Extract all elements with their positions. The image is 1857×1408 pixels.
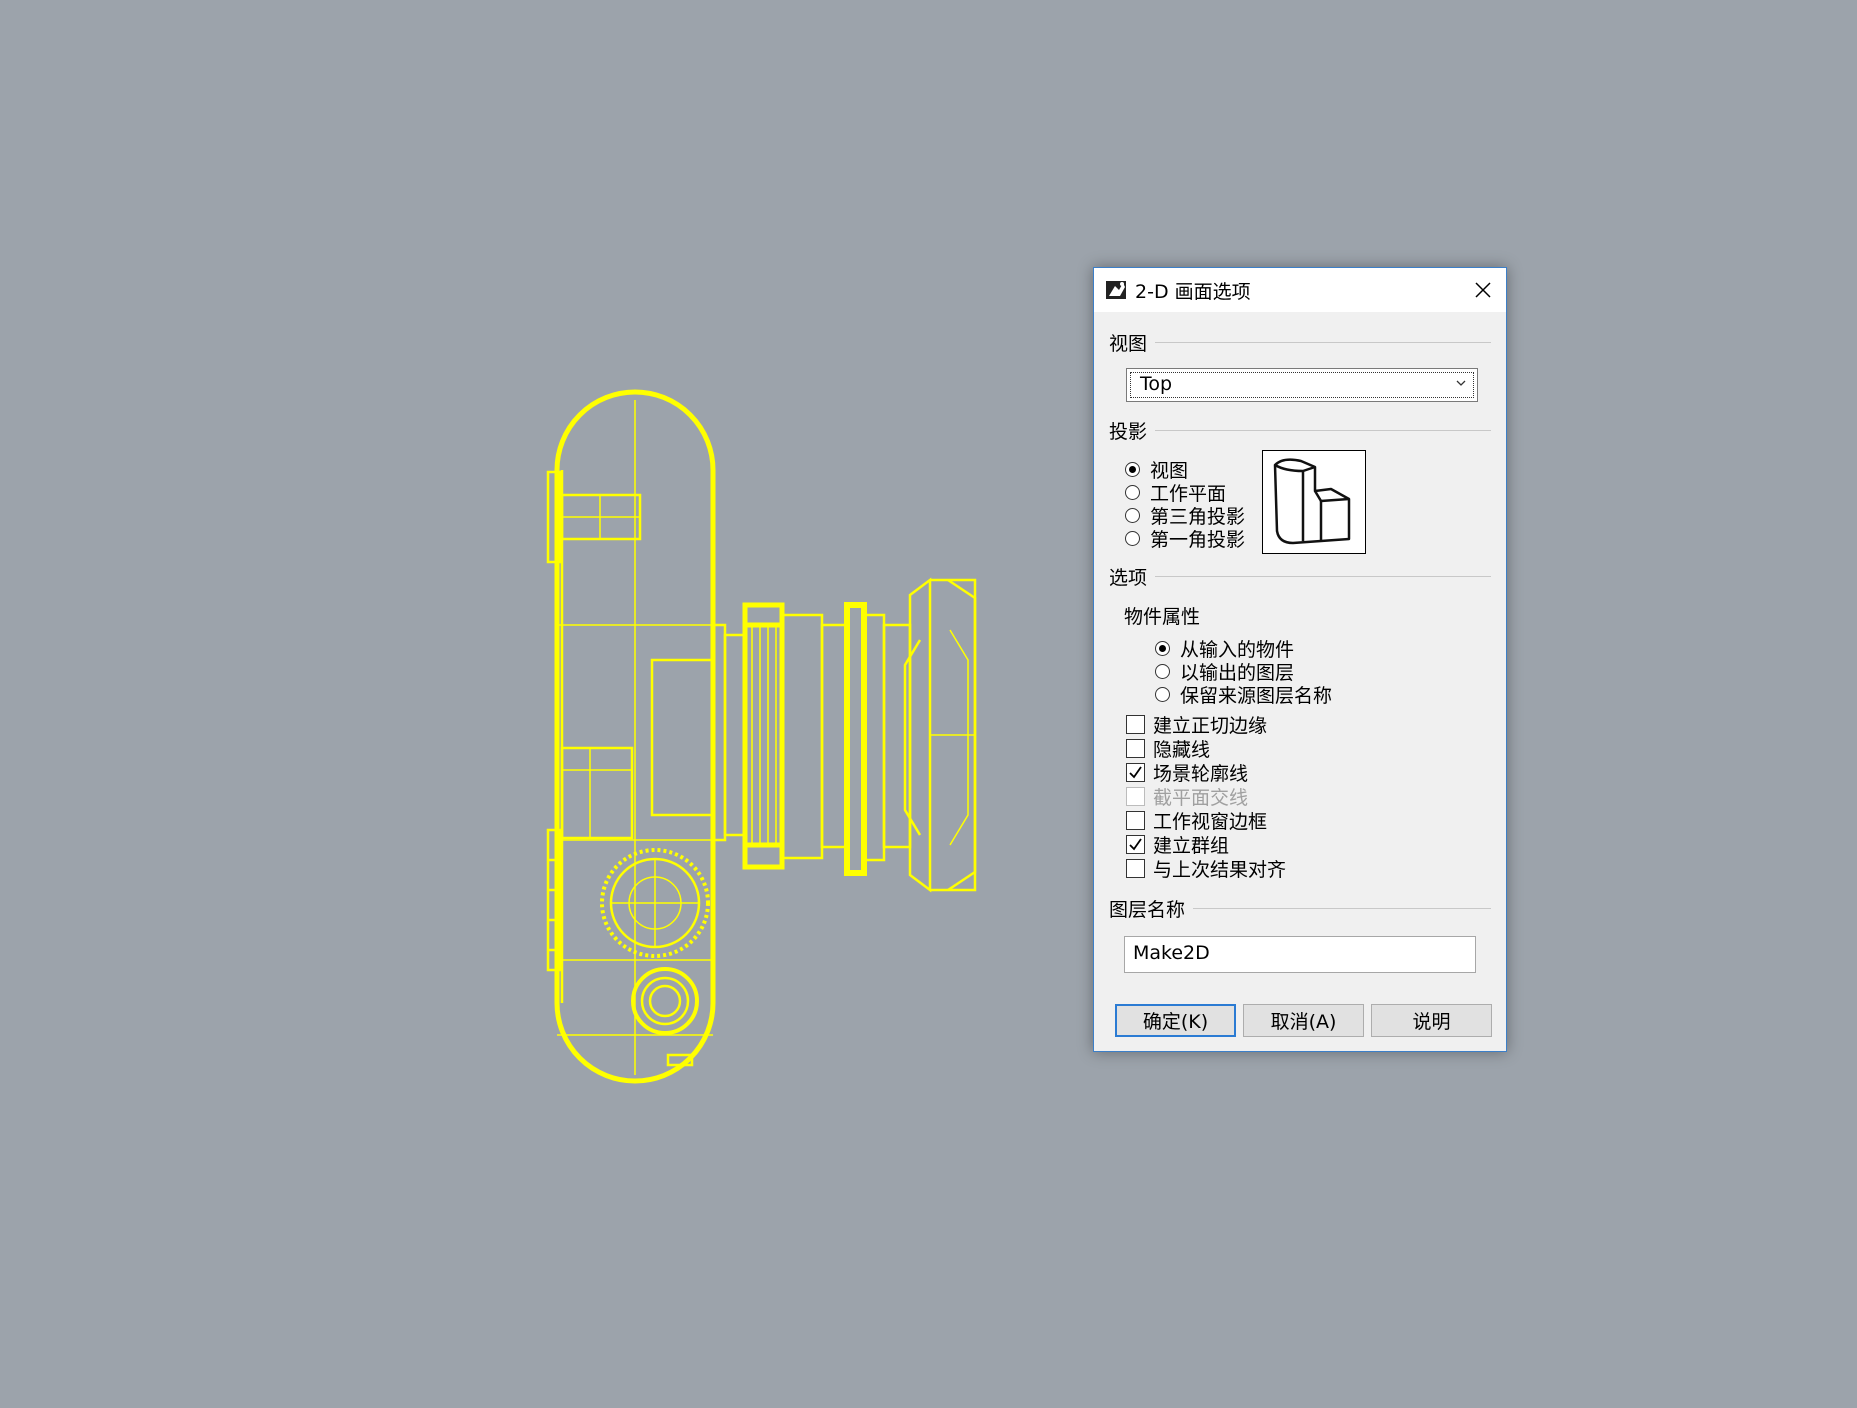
- cancel-button[interactable]: 取消(A): [1243, 1004, 1364, 1037]
- section-projection-label: 投影: [1109, 420, 1148, 443]
- make2d-options-dialog: 2-D 画面选项 视图 Top 投影 视图 工作平面 第三角投影 第一角投影 选…: [1093, 267, 1507, 1052]
- dialog-title: 2-D 画面选项: [1135, 281, 1251, 303]
- radio-button[interactable]: [1155, 686, 1170, 702]
- projection-preview: [1262, 450, 1366, 554]
- radio-button[interactable]: [1155, 640, 1170, 656]
- checkbox[interactable]: [1126, 762, 1145, 782]
- radio-from-input-objects[interactable]: 从输入的物件: [1155, 637, 1294, 661]
- radio-button[interactable]: [1125, 484, 1140, 500]
- checkbox-tangent-edges[interactable]: 建立正切边缘: [1126, 713, 1268, 737]
- radio-projection-cplane[interactable]: 工作平面: [1125, 481, 1226, 505]
- ok-button[interactable]: 确定(K): [1115, 1004, 1236, 1037]
- checkmark-icon: [1129, 837, 1142, 850]
- viewport-canvas[interactable]: [0, 0, 1857, 1408]
- chevron-down-icon: [1456, 380, 1466, 386]
- radio-label: 第一角投影: [1150, 528, 1246, 551]
- checkbox-label: 工作视窗边框: [1153, 810, 1268, 833]
- view-select-value: Top: [1140, 373, 1173, 395]
- checkbox-viewport-frame[interactable]: 工作视窗边框: [1126, 809, 1268, 833]
- section-options-label: 选项: [1109, 566, 1148, 589]
- help-button[interactable]: 说明: [1371, 1004, 1492, 1037]
- checkbox-label: 场景轮廓线: [1153, 762, 1249, 785]
- checkbox-scene-silhouettes[interactable]: 场景轮廓线: [1126, 761, 1249, 785]
- radio-label: 保留来源图层名称: [1180, 684, 1333, 707]
- checkbox-label: 建立正切边缘: [1153, 714, 1268, 737]
- checkbox-label: 隐藏线: [1153, 738, 1211, 761]
- group-label: 物件属性: [1124, 605, 1201, 628]
- radio-projection-view[interactable]: 视图: [1125, 458, 1188, 482]
- section-view-label: 视图: [1109, 332, 1148, 355]
- l-shape-preview-icon: [1273, 458, 1351, 545]
- section-layer-name: 图层名称: [1109, 896, 1491, 921]
- checkbox-group-output[interactable]: 建立群组: [1126, 833, 1230, 857]
- checkbox-align-with-last-result[interactable]: 与上次结果对齐: [1126, 857, 1287, 881]
- section-layer-name-label: 图层名称: [1109, 898, 1186, 921]
- radio-output-layer[interactable]: 以输出的图层: [1155, 660, 1294, 684]
- checkbox[interactable]: [1126, 738, 1145, 758]
- radio-projection-first-angle[interactable]: 第一角投影: [1125, 527, 1246, 551]
- annotation-arrow: [1261, 763, 1421, 780]
- checkbox[interactable]: [1126, 834, 1145, 854]
- checkbox: [1126, 786, 1145, 806]
- checkbox-hidden-lines[interactable]: 隐藏线: [1126, 737, 1211, 761]
- radio-button[interactable]: [1125, 507, 1140, 523]
- checkbox-label: 截平面交线: [1153, 786, 1249, 809]
- layer-name-input[interactable]: Make2D: [1124, 936, 1476, 973]
- radio-button[interactable]: [1125, 461, 1140, 477]
- section-options: 选项: [1109, 564, 1491, 589]
- checkbox[interactable]: [1126, 858, 1145, 878]
- checkbox-clipping-plane-intersections: 截平面交线: [1126, 785, 1249, 809]
- close-button[interactable]: [1460, 268, 1506, 312]
- view-select[interactable]: Top: [1126, 368, 1478, 402]
- rhino-icon: [1106, 281, 1126, 299]
- section-projection: 投影: [1109, 418, 1491, 443]
- dialog-titlebar[interactable]: 2-D 画面选项: [1094, 268, 1506, 312]
- checkbox[interactable]: [1126, 714, 1145, 734]
- checkbox-label: 建立群组: [1153, 834, 1230, 857]
- checkbox-label: 与上次结果对齐: [1153, 858, 1287, 881]
- section-view: 视图: [1109, 330, 1491, 355]
- checkmark-icon: [1129, 765, 1142, 778]
- object-properties-label: 物件属性: [1124, 604, 1201, 628]
- radio-projection-third-angle[interactable]: 第三角投影: [1125, 504, 1245, 528]
- radio-button[interactable]: [1125, 530, 1140, 546]
- radio-button[interactable]: [1155, 663, 1170, 679]
- checkbox[interactable]: [1126, 810, 1145, 830]
- close-icon: [1475, 282, 1491, 298]
- radio-keep-source-layer-names[interactable]: 保留来源图层名称: [1155, 683, 1333, 707]
